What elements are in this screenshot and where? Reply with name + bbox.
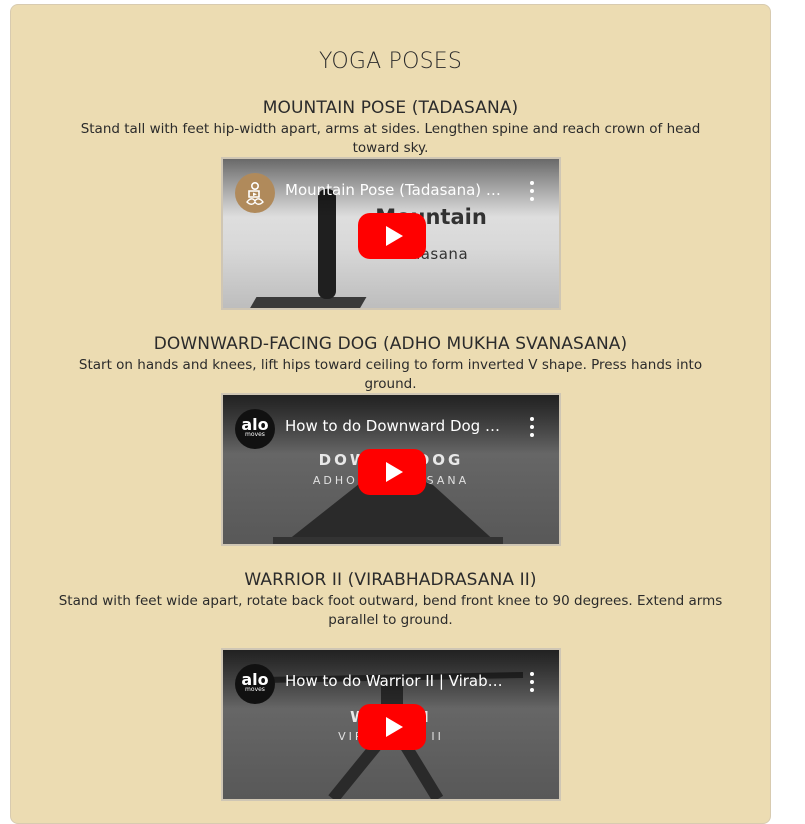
meditation-figure-icon xyxy=(246,181,264,205)
more-options-icon[interactable] xyxy=(529,417,535,437)
pose-description-mountain: Stand tall with feet hip-width apart, ar… xyxy=(80,121,701,156)
channel-logo: alo xyxy=(241,415,269,434)
channel-logo-sub: moves xyxy=(245,686,265,693)
page-title: YOGA POSES xyxy=(318,49,463,74)
play-icon xyxy=(385,226,403,246)
pose-title-warrior-ii: WARRIOR II (VIRABHADRASANA II) xyxy=(244,570,537,590)
video-embed-warrior-ii[interactable]: WA R II VIRAB ANA II alo moves How to do… xyxy=(221,648,561,801)
more-options-icon[interactable] xyxy=(529,181,535,201)
play-button[interactable] xyxy=(358,213,426,259)
play-icon xyxy=(385,717,403,737)
channel-logo-sub: moves xyxy=(245,431,265,438)
video-title[interactable]: How to do Warrior II | Virabhadrasana II xyxy=(285,672,505,690)
pose-description-warrior-ii: Stand with feet wide apart, rotate back … xyxy=(58,593,723,628)
yoga-poses-card: YOGA POSES MOUNTAIN POSE (TADASANA) Stan… xyxy=(10,4,771,824)
channel-avatar[interactable]: alo moves xyxy=(235,664,275,704)
video-title[interactable]: Mountain Pose (Tadasana) for Beginners xyxy=(285,181,505,199)
pose-description-downward-dog: Start on hands and knees, lift hips towa… xyxy=(78,357,703,392)
video-overlay-subtitle: Tadasana xyxy=(393,245,469,263)
video-title[interactable]: How to do Downward Dog | Adho Mukha Svan… xyxy=(285,417,505,435)
channel-avatar[interactable]: alo moves xyxy=(235,409,275,449)
channel-logo: alo xyxy=(241,670,269,689)
channel-avatar[interactable] xyxy=(235,173,275,213)
play-button[interactable] xyxy=(358,704,426,750)
video-embed-downward-dog[interactable]: DOWN D DOG ADHO MU ANASANA alo moves How… xyxy=(221,393,561,546)
yoga-mat xyxy=(249,297,367,308)
pose-title-downward-dog: DOWNWARD-FACING DOG (ADHO MUKHA SVANASAN… xyxy=(153,334,628,354)
play-button[interactable] xyxy=(358,449,426,495)
more-options-icon[interactable] xyxy=(529,672,535,692)
play-icon xyxy=(385,462,403,482)
video-embed-mountain[interactable]: Mountain Tadasana Mountain Pose (Tadasan… xyxy=(221,157,561,310)
pose-title-mountain: MOUNTAIN POSE (TADASANA) xyxy=(262,98,519,118)
